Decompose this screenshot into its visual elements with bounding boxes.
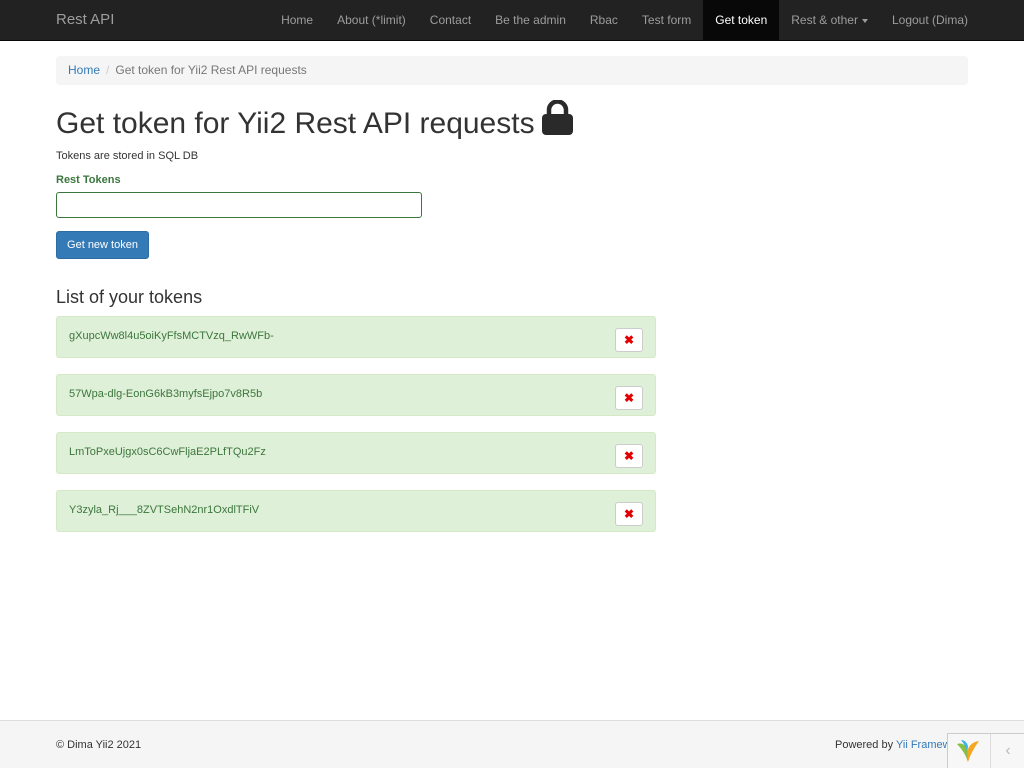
breadcrumb-home-link[interactable]: Home: [68, 63, 100, 77]
token-row: 57Wpa-dlg-EonG6kB3myfsEjpo7v8R5b ✖: [56, 374, 656, 416]
footer: © Dima Yii2 2021 Powered by Yii Framew: [0, 720, 1024, 768]
nav-item-get-token[interactable]: Get token: [703, 0, 780, 40]
nav-item-rbac[interactable]: Rbac: [578, 0, 630, 40]
token-value: 57Wpa-dlg-EonG6kB3myfsEjpo7v8R5b: [69, 388, 263, 400]
delete-token-button[interactable]: ✖: [615, 502, 643, 526]
nav-item-home[interactable]: Home: [269, 0, 325, 40]
nav-item-logout[interactable]: Logout (Dima): [880, 0, 980, 40]
token-row: LmToPxeUjgx0sC6CwFljaE2PLfTQu2Fz ✖: [56, 432, 656, 474]
delete-icon: ✖: [623, 333, 635, 347]
nav-item-about[interactable]: About (*limit): [325, 0, 418, 40]
delete-token-button[interactable]: ✖: [615, 444, 643, 468]
delete-icon: ✖: [623, 507, 635, 521]
footer-powered-by: Powered by Yii Framew: [835, 739, 951, 751]
nav-item-rest-other-label: Rest & other: [791, 13, 858, 27]
breadcrumb-current: Get token for Yii2 Rest API requests: [115, 63, 307, 77]
page-title: Get token for Yii2 Rest API requests: [56, 107, 535, 140]
brand-link[interactable]: Rest API: [56, 0, 114, 40]
rest-tokens-label: Rest Tokens: [56, 174, 121, 186]
rest-tokens-input[interactable]: [56, 192, 422, 218]
breadcrumb: Home / Get token for Yii2 Rest API request…: [56, 56, 968, 85]
nav-menu: Home About (*limit) Contact Be the admin…: [269, 0, 980, 40]
delete-token-button[interactable]: ✖: [615, 386, 643, 410]
yii-framework-link[interactable]: Yii Framew: [896, 739, 951, 751]
lock-icon: [542, 100, 573, 135]
footer-copyright: © Dima Yii2 2021: [56, 739, 142, 751]
breadcrumb-separator: /: [106, 63, 110, 77]
token-row: Y3zyla_Rj___8ZVTSehN2nr1OxdlTFiV ✖: [56, 490, 656, 532]
nav-item-rest-other[interactable]: Rest & other: [779, 0, 880, 40]
caret-down-icon: [861, 18, 868, 23]
token-list-title: List of your tokens: [56, 287, 203, 307]
powered-by-text: Powered by: [835, 739, 894, 751]
nav-item-be-admin[interactable]: Be the admin: [483, 0, 578, 40]
token-row: gXupcWw8l4u5oiKyFfsMCTVzq_RwWFb- ✖: [56, 316, 656, 358]
token-value: LmToPxeUjgx0sC6CwFljaE2PLfTQu2Fz: [69, 446, 266, 458]
debug-toolbar[interactable]: ‹: [947, 733, 1024, 768]
token-value: Y3zyla_Rj___8ZVTSehN2nr1OxdlTFiV: [69, 504, 260, 516]
delete-icon: ✖: [623, 391, 635, 405]
token-list: gXupcWw8l4u5oiKyFfsMCTVzq_RwWFb- ✖ 57Wpa…: [56, 316, 656, 548]
token-value: gXupcWw8l4u5oiKyFfsMCTVzq_RwWFb-: [69, 330, 274, 342]
yii-logo-icon: [957, 740, 979, 762]
delete-token-button[interactable]: ✖: [615, 328, 643, 352]
page-subtitle: Tokens are stored in SQL DB: [56, 150, 199, 162]
nav-item-contact[interactable]: Contact: [418, 0, 483, 40]
nav-item-test-form[interactable]: Test form: [630, 0, 703, 40]
delete-icon: ✖: [623, 449, 635, 463]
debug-toggle-button[interactable]: ‹: [990, 734, 1024, 768]
navbar: Rest API Home About (*limit) Contact Be …: [0, 0, 1024, 41]
get-new-token-button[interactable]: Get new token: [56, 231, 149, 259]
